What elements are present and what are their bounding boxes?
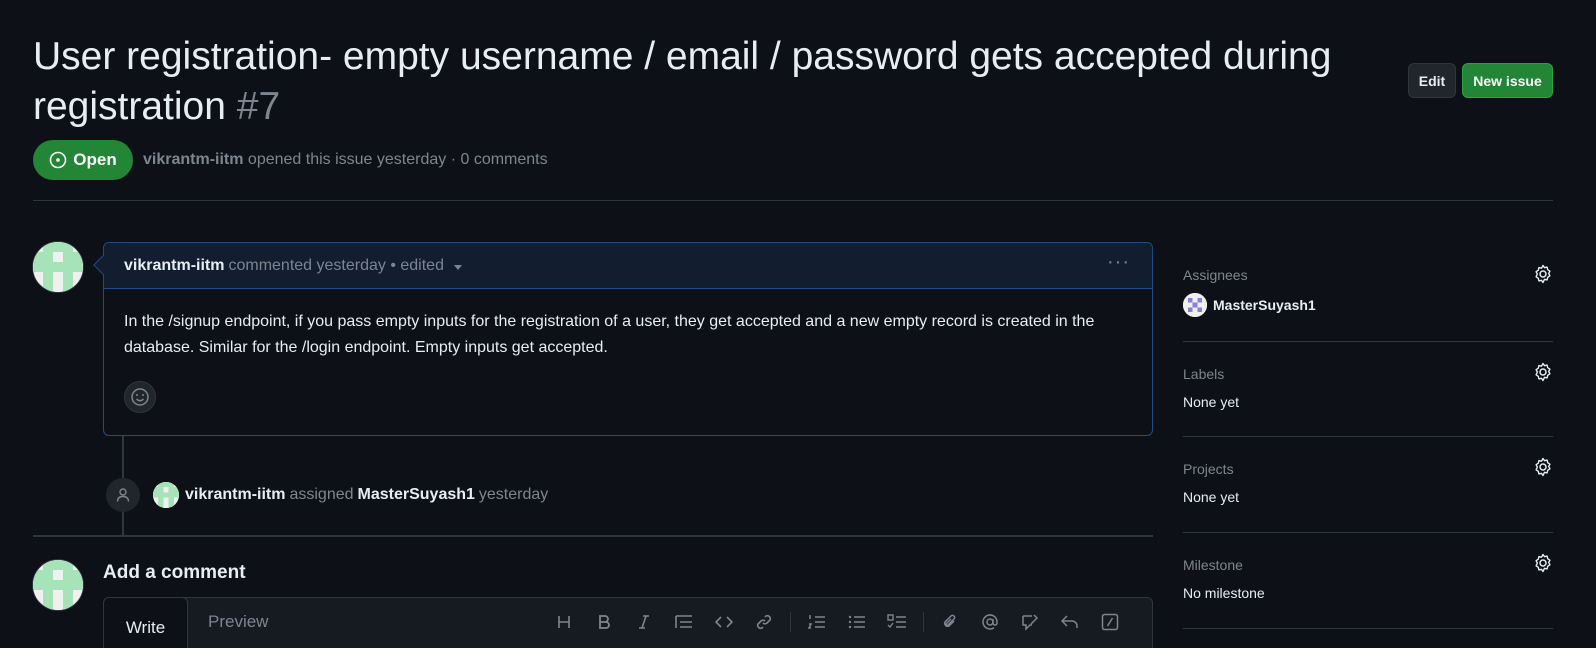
- link-icon[interactable]: [744, 608, 784, 636]
- event-action: assigned: [289, 486, 354, 503]
- issue-meta-text: vikrantm-iitm opened this issue yesterda…: [143, 151, 548, 169]
- issue-open-icon: [49, 151, 67, 169]
- issue-title-text: User registration- empty username / emai…: [33, 35, 1332, 128]
- assignee-name: MasterSuyash1: [1213, 297, 1316, 313]
- event-time[interactable]: yesterday: [479, 486, 548, 504]
- avatar[interactable]: [33, 560, 83, 610]
- mention-icon[interactable]: [970, 608, 1010, 636]
- sidebar-milestone: Milestone No milestone: [1183, 533, 1553, 629]
- identicon-avatar-icon: [33, 560, 83, 610]
- event-actor-link[interactable]: vikrantm-iitm: [185, 486, 285, 504]
- tab-preview[interactable]: Preview: [208, 598, 268, 646]
- unordered-list-icon[interactable]: [837, 608, 877, 636]
- sidebar-assignees: Assignees MasterSuyash1: [1183, 250, 1553, 342]
- quote-icon[interactable]: [664, 608, 704, 636]
- issue-meta: Open vikrantm-iitm opened this issue yes…: [33, 140, 548, 180]
- attach-icon[interactable]: [930, 608, 970, 636]
- issue-author-link[interactable]: vikrantm-iitm: [143, 151, 243, 168]
- issue-opened-text: opened this issue yesterday · 0 comments: [247, 151, 548, 168]
- task-list-icon[interactable]: [877, 608, 917, 636]
- sidebar-labels-title[interactable]: Labels: [1183, 366, 1553, 382]
- toolbar-divider: [790, 612, 791, 632]
- issue-number: #7: [236, 85, 281, 128]
- markdown-toolbar: [544, 608, 1130, 636]
- edit-button[interactable]: Edit: [1408, 63, 1456, 98]
- comment-header: vikrantm-iitm commented yesterday • edit…: [104, 243, 1152, 289]
- gear-icon[interactable]: [1533, 553, 1553, 573]
- comment-editor: Write Preview: [103, 597, 1153, 648]
- status-label: Open: [73, 150, 117, 169]
- new-issue-button[interactable]: New issue: [1462, 63, 1553, 98]
- timeline-divider: [33, 535, 1153, 537]
- avatar[interactable]: [153, 482, 179, 508]
- assignment-event: vikrantm-iitm assigned MasterSuyash1 yes…: [153, 482, 548, 508]
- sidebar-milestone-value: No milestone: [1183, 585, 1265, 601]
- issue-title: User registration- empty username / emai…: [33, 32, 1383, 132]
- heading-icon[interactable]: [544, 608, 584, 636]
- bold-icon[interactable]: [584, 608, 624, 636]
- code-icon[interactable]: [704, 608, 744, 636]
- add-comment-heading: Add a comment: [103, 562, 246, 583]
- identicon-avatar-icon: [1183, 293, 1207, 317]
- event-target-link[interactable]: MasterSuyash1: [358, 486, 475, 504]
- gear-icon[interactable]: [1533, 362, 1553, 382]
- sidebar-projects: Projects None yet: [1183, 437, 1553, 533]
- ordered-list-icon[interactable]: [797, 608, 837, 636]
- gear-icon[interactable]: [1533, 457, 1553, 477]
- toolbar-divider: [923, 612, 924, 632]
- kebab-menu-icon[interactable]: ···: [1107, 251, 1130, 274]
- assignee-item[interactable]: MasterSuyash1: [1183, 293, 1553, 317]
- issue-sidebar: Assignees MasterSuyash1 Labels None yet …: [1183, 250, 1553, 629]
- comment-meta[interactable]: commented yesterday • edited: [228, 257, 444, 275]
- identicon-avatar-icon: [153, 482, 179, 508]
- header-actions: Edit New issue: [1408, 63, 1553, 98]
- identicon-avatar-icon: [33, 242, 83, 292]
- sidebar-milestone-title[interactable]: Milestone: [1183, 557, 1553, 573]
- sidebar-labels-value: None yet: [1183, 394, 1240, 410]
- comment-author-link[interactable]: vikrantm-iitm: [124, 257, 224, 275]
- comment-box: vikrantm-iitm commented yesterday • edit…: [93, 242, 1153, 436]
- sidebar-projects-title[interactable]: Projects: [1183, 461, 1553, 477]
- chevron-down-icon[interactable]: [453, 264, 462, 270]
- gear-icon[interactable]: [1533, 264, 1553, 284]
- smiley-icon: [131, 388, 149, 406]
- reference-icon[interactable]: [1010, 608, 1050, 636]
- comment-body: In the /signup endpoint, if you pass emp…: [124, 313, 1095, 356]
- add-reaction-button[interactable]: [124, 381, 156, 413]
- sidebar-assignees-title[interactable]: Assignees: [1183, 267, 1553, 283]
- sidebar-projects-value: None yet: [1183, 489, 1240, 505]
- slash-command-icon[interactable]: [1090, 608, 1130, 636]
- event-icon: [106, 478, 140, 512]
- sidebar-labels: Labels None yet: [1183, 342, 1553, 437]
- header-divider: [33, 200, 1553, 201]
- status-badge: Open: [33, 140, 133, 180]
- avatar: [1183, 293, 1207, 317]
- italic-icon[interactable]: [624, 608, 664, 636]
- reply-icon[interactable]: [1050, 608, 1090, 636]
- person-icon: [116, 488, 130, 502]
- tab-write[interactable]: Write: [103, 597, 188, 648]
- avatar[interactable]: [33, 242, 83, 292]
